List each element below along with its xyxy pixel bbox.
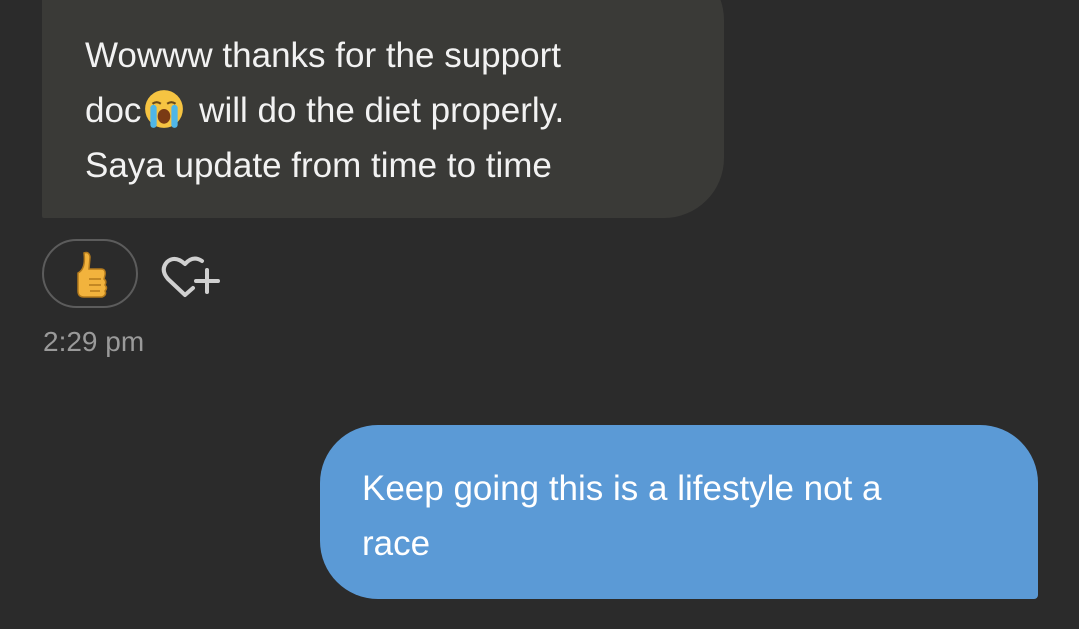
add-reaction-button[interactable] xyxy=(160,252,222,300)
chat-thread: Wowww thanks for the support doc will do… xyxy=(0,0,1079,629)
received-message-line-1: Wowww thanks for the support xyxy=(85,36,561,75)
thumbs-up-reaction[interactable] xyxy=(42,239,138,308)
received-message-text-before-emoji: doc xyxy=(85,91,142,130)
sent-message-line-2: race xyxy=(362,524,431,563)
thumbs-up-emoji xyxy=(77,251,108,298)
loudly-crying-face-emoji xyxy=(145,90,184,128)
sent-message-bubble[interactable]: Keep going this is a lifestyle not a rac… xyxy=(320,425,1038,599)
message-timestamp: 2:29 pm xyxy=(43,326,145,357)
sent-message-line-1: Keep going this is a lifestyle not a xyxy=(362,469,882,508)
received-message-line-2: doc will do the diet properly. xyxy=(85,83,694,138)
received-message-text-after-emoji: will do the diet properly. xyxy=(189,91,565,130)
received-message-bubble[interactable]: Wowww thanks for the support doc will do… xyxy=(42,0,724,218)
received-message-line-3: Saya update from time to time xyxy=(85,146,552,185)
heart-plus-icon xyxy=(161,256,220,297)
